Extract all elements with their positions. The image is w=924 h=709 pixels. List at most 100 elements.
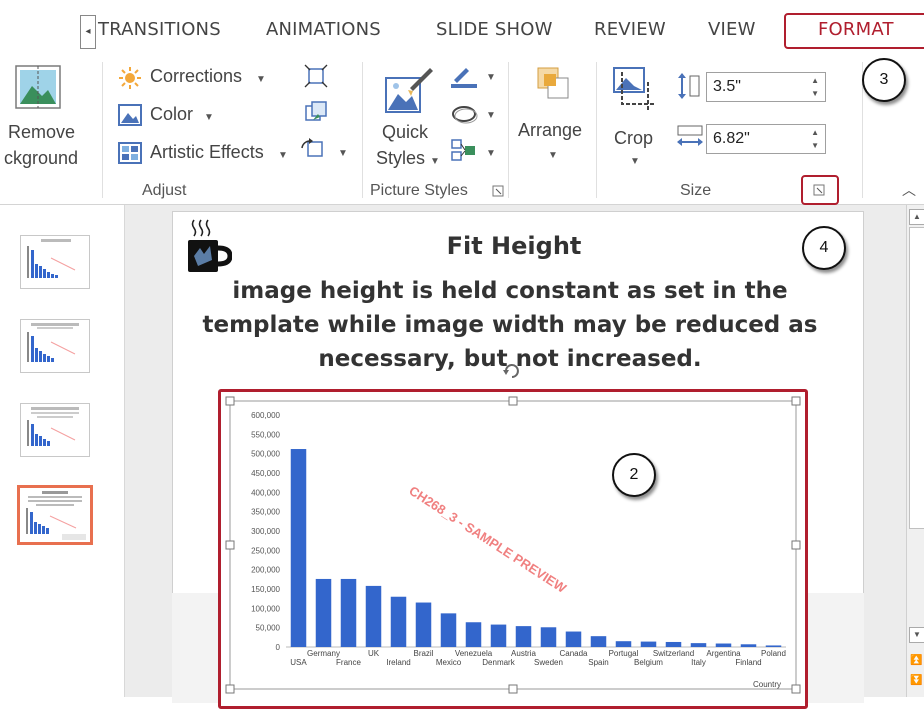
y-tick-label: 300,000	[251, 527, 280, 536]
chevron-down-icon: ▼	[278, 150, 288, 161]
remove-background-button[interactable]	[14, 64, 62, 110]
vertical-scrollbar[interactable]: ▲ ▼ ⏫ ⏬	[906, 205, 924, 697]
chevron-down-icon: ▼	[256, 74, 266, 85]
compress-pictures-icon[interactable]	[304, 64, 328, 88]
height-spinner-icon[interactable]: ▲ ▼	[811, 74, 819, 100]
resize-handle-icon	[508, 396, 518, 406]
y-tick-label: 250,000	[251, 546, 280, 555]
tab-view[interactable]: VIEW	[708, 19, 756, 40]
size-dialog-launcher-icon[interactable]	[813, 184, 825, 196]
quick-styles-button[interactable]: Quick Styles ▼	[376, 64, 440, 174]
collapse-ribbon-icon[interactable]: ︿	[902, 180, 916, 200]
picture-effects-icon[interactable]	[450, 104, 478, 124]
callout-3: 3	[862, 58, 906, 102]
chart-bar	[490, 624, 507, 647]
callout-2: 2	[612, 453, 656, 497]
y-tick-label: 450,000	[251, 469, 280, 478]
picture-bounds	[229, 400, 797, 690]
x-tick-label: France	[336, 658, 361, 667]
corrections-button[interactable]: Corrections ▼	[118, 64, 278, 90]
quick-styles-icon	[385, 68, 433, 113]
y-tick-label: 500,000	[251, 450, 280, 459]
slide-thumbnail[interactable]	[20, 403, 90, 457]
rotate-handle-icon[interactable]	[501, 360, 523, 382]
crop-button[interactable]: Crop ▼	[606, 64, 666, 172]
resize-handle-icon	[508, 684, 518, 694]
shape-width-icon	[677, 125, 703, 146]
crop-icon	[613, 67, 656, 110]
tab-review[interactable]: REVIEW	[594, 19, 666, 40]
ribbon: Remove ckground Corrections ▼ Color ▼ Ar…	[0, 58, 924, 205]
chevron-down-icon: ▼	[630, 156, 640, 167]
chart-bar	[690, 643, 707, 647]
tab-transitions[interactable]: TRANSITIONS	[98, 19, 221, 40]
sun-icon	[119, 67, 141, 89]
x-tick-label: Brazil	[413, 649, 433, 658]
artistic-effects-label: Artistic Effects	[150, 142, 264, 162]
corrections-label: Corrections	[150, 66, 243, 86]
x-tick-label: Germany	[307, 649, 340, 658]
chart-bar	[565, 631, 582, 647]
picture-border-icon[interactable]	[450, 64, 480, 88]
next-slide-icon[interactable]: ⏬	[910, 675, 922, 686]
chart-bar	[465, 622, 482, 647]
chevron-down-icon: ▼	[486, 110, 496, 121]
artistic-effects-button[interactable]: Artistic Effects ▼	[118, 140, 298, 166]
y-tick-label: 350,000	[251, 508, 280, 517]
scroll-up-icon[interactable]: ▲	[909, 209, 924, 225]
chart-bar	[365, 585, 382, 647]
width-spinner-icon[interactable]: ▲ ▼	[811, 126, 819, 152]
tab-animations[interactable]: ANIMATIONS	[266, 19, 381, 40]
chart-bar	[290, 449, 307, 647]
y-tick-label: 150,000	[251, 585, 280, 594]
x-tick-label: Belgium	[634, 658, 663, 667]
chart-bar	[390, 596, 407, 647]
scroll-down-icon[interactable]: ▼	[909, 627, 924, 643]
shape-width-input[interactable]: 6.82" ▲ ▼	[706, 124, 826, 154]
shape-width-value: 6.82"	[713, 130, 750, 147]
resize-handle-icon	[791, 396, 801, 406]
slide-body-line-1[interactable]: image height is held constant as set in …	[200, 278, 820, 304]
scroll-thumb[interactable]	[909, 227, 924, 529]
chart-bar	[740, 644, 757, 647]
callout-4: 4	[802, 226, 846, 270]
change-picture-icon[interactable]	[304, 100, 328, 124]
tab-scroll-left-icon[interactable]: ◂	[80, 15, 96, 49]
remove-bg-label-1: Remove	[8, 122, 76, 142]
chart-bar	[590, 636, 607, 647]
chevron-down-icon: ▼	[204, 112, 214, 123]
chart-bar	[715, 643, 732, 647]
chevron-down-icon: ▼	[338, 148, 348, 159]
shape-height-icon	[678, 73, 700, 99]
x-tick-label: Ireland	[386, 658, 410, 667]
chart-picture[interactable]: 0 50,000 100,000 150,000 200,000 250,000 300,0…	[222, 393, 804, 697]
resize-handle-icon	[225, 540, 235, 550]
chart-bar	[515, 626, 532, 647]
picture-layout-icon[interactable]	[450, 138, 478, 164]
x-tick-label: Austria	[511, 649, 536, 658]
color-label: Color	[150, 104, 194, 124]
y-tick-label: 100,000	[251, 604, 280, 613]
slide-thumbnail-selected[interactable]	[17, 485, 93, 545]
y-tick-label: 600,000	[251, 411, 280, 420]
slide-thumbnail[interactable]	[20, 235, 90, 289]
chevron-down-icon: ▼	[486, 72, 496, 83]
slide-thumbnail[interactable]	[20, 319, 90, 373]
arrange-button[interactable]: Arrange ▼	[516, 64, 592, 168]
dialog-launcher-icon[interactable]	[492, 185, 504, 197]
reset-picture-icon[interactable]	[300, 138, 334, 162]
adjust-group-label: Adjust	[142, 182, 187, 199]
slide-body-line-2[interactable]: template while image width may be reduce…	[200, 312, 820, 338]
x-tick-label: Portugal	[609, 649, 639, 658]
tab-slide-show[interactable]: SLIDE SHOW	[436, 19, 553, 40]
remove-bg-label-2: ckground	[4, 148, 79, 168]
coffee-mug-icon	[188, 219, 232, 272]
color-button[interactable]: Color ▼	[118, 102, 228, 128]
color-picture-icon	[118, 104, 142, 126]
slide-title[interactable]: Fit Height	[372, 232, 656, 260]
shape-height-input[interactable]: 3.5" ▲ ▼	[706, 72, 826, 102]
chevron-down-icon: ▼	[548, 150, 558, 161]
chart-bar	[440, 613, 457, 647]
x-tick-label: Denmark	[482, 658, 515, 667]
previous-slide-icon[interactable]: ⏫	[910, 655, 922, 666]
